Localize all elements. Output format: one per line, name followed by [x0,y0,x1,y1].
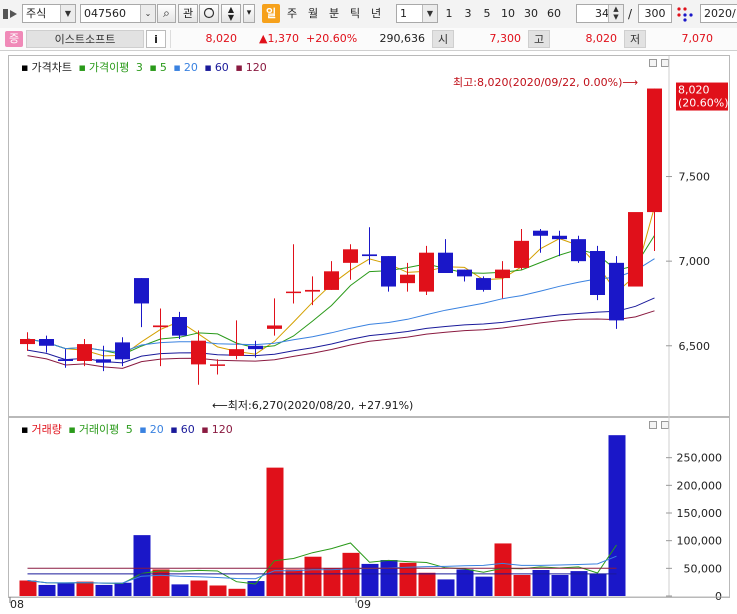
legend-vma5: 5 [125,423,133,436]
legend-vma20: 20 [149,423,164,436]
gwan-button[interactable]: 관 [178,4,198,23]
legend-volume-title: 거래량 [31,423,62,436]
period-tab-2[interactable]: 월 [304,4,322,23]
low-price: 7,070 [681,32,714,45]
multiplier-button-10[interactable]: 10 [498,4,518,23]
legend-ma120: 120 [245,61,267,74]
total-value: 300 [644,7,666,20]
recycle-icon [203,7,215,19]
legend-ma3: 3 [135,61,143,74]
date-input[interactable]: 2020/ [700,4,737,23]
chevron-down-icon[interactable]: ▼ [422,5,437,22]
panel-close-button[interactable] [661,59,669,67]
legend-volume-ma-title: 거래이평 [78,423,120,436]
chevron-down-icon[interactable]: ⌄ [140,5,155,22]
stepper-dropdown[interactable]: ▾ [243,4,255,23]
x-label-sep: 09 [357,598,371,611]
legend-price-ma-title: 가격이평 [88,61,130,74]
multiplier-button-3[interactable]: 3 [460,4,476,23]
open-price: 7,300 [489,32,522,45]
low-label: 저 [624,30,646,48]
recycle-button[interactable] [199,4,219,23]
chevron-down-icon[interactable]: ▼ [60,5,75,22]
price-legend: ▪ 가격차트 ▪ 가격이평 3 ▪ 5 ▪ 20 ▪ 60 ▪ 120 [21,61,267,74]
date-value: 2020/ [704,7,736,20]
count-separator: / [628,7,633,21]
multiplier-button-30[interactable]: 30 [521,4,541,23]
x-label-aug: 08 [10,598,24,611]
open-label: 시 [432,30,454,48]
multiplier-button-5[interactable]: 5 [479,4,495,23]
count-value: 34 [595,7,609,20]
total-input[interactable]: 300 [638,4,672,23]
legend-price-marker: ▪ [21,61,29,74]
period-tab-0[interactable]: 일 [262,4,280,23]
legend-ma5: 5 [159,61,167,74]
count-spinner[interactable]: ▲ ▼ [608,5,623,22]
interval-select[interactable]: 1 ▼ [396,4,438,23]
count-input[interactable]: 34 ▲ ▼ [576,4,624,23]
period-tabs: 일주월분틱년 [262,0,392,28]
market-badge: 증 [5,31,23,47]
legend-vma60: 60 [180,423,195,436]
asset-type-select[interactable]: 주식 ▼ [22,4,76,23]
legend-ma60: 60 [214,61,229,74]
toolbar: 주식 ▼ 047560 ⌄ ⌕ 관 ▲ ▼ ▾ 일주월분틱년 1 ▼ 1 3 5 10 3… [0,0,737,29]
panel-minimize-button[interactable] [649,421,657,429]
updown-stepper[interactable]: ▲ ▼ [221,4,241,23]
panel-minimize-button[interactable] [649,59,657,67]
legend-vma120: 120 [211,423,233,436]
volume-legend: ▪ 거래량 ▪ 거래이평 5 ▪ 20 ▪ 60 ▪ 120 [21,423,233,436]
search-button[interactable]: ⌕ [157,4,176,23]
current-price: 8,020 [170,30,242,48]
volume-chart-panel[interactable]: ▪ 거래량 ▪ 거래이평 5 ▪ 20 ▪ 60 ▪ 120 [8,417,730,598]
panel-close-button[interactable] [661,421,669,429]
period-tab-1[interactable]: 주 [283,4,301,23]
change-percent: +20.60% [306,32,358,45]
legend-price-title: 가격차트 [31,61,72,74]
trade-volume: 290,636 [379,32,426,45]
price-chart-panel[interactable]: ▪ 가격차트 ▪ 가격이평 3 ▪ 5 ▪ 20 ▪ 60 ▪ 120 [8,55,730,417]
stock-name-field[interactable]: 이스트소프트 [26,30,144,48]
stock-code-value: 047560 [84,7,126,20]
window-menu-icon[interactable] [3,8,19,20]
period-tab-4[interactable]: 틱 [346,4,364,23]
search-icon: ⌕ [163,6,170,20]
legend-ma20: 20 [183,61,198,74]
asset-type-value: 주식 [26,7,47,20]
period-tab-3[interactable]: 분 [325,4,343,23]
stock-code-input[interactable]: 047560 ⌄ [80,4,156,23]
interval-value: 1 [400,7,407,20]
multiplier-buttons: 1 3 5 10 30 60 [441,0,571,28]
high-label: 고 [528,30,550,48]
gwan-label: 관 [182,7,194,20]
info-button[interactable]: i [146,30,166,48]
multiplier-button-60[interactable]: 60 [544,4,564,23]
high-price: 8,020 [585,32,618,45]
multiplier-button-1[interactable]: 1 [441,4,457,23]
grid-settings-icon[interactable] [676,6,694,22]
price-change: ▲1,370 [259,32,299,45]
period-tab-5[interactable]: 년 [367,4,385,23]
